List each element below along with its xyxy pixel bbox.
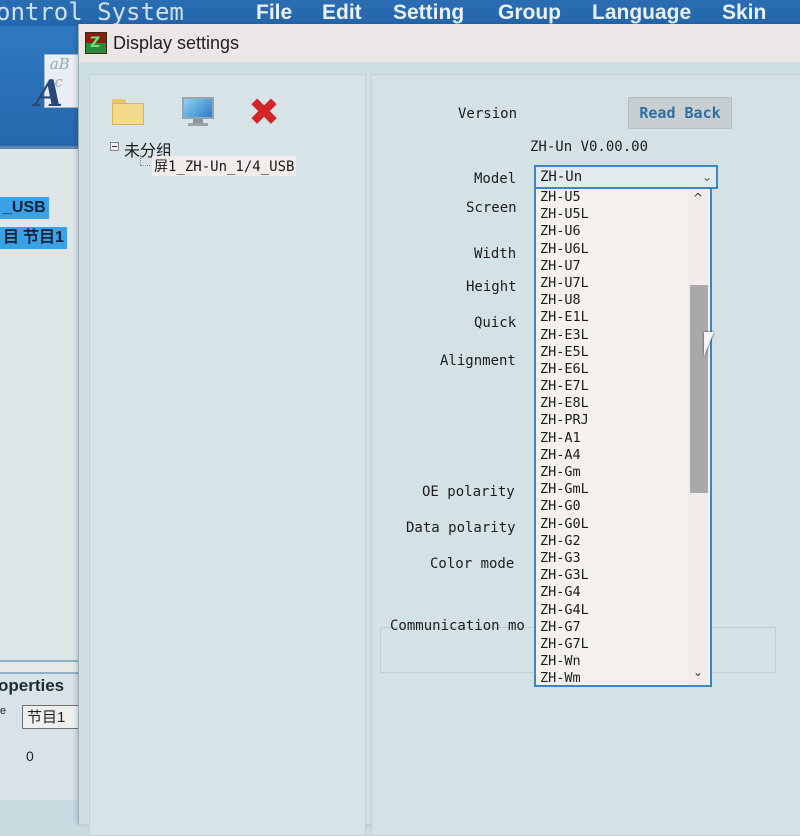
menu-skin[interactable]: Skin [722, 0, 766, 26]
data-polarity-label: Data polarity [406, 520, 516, 536]
model-option[interactable]: ZH-G3 [536, 550, 710, 567]
model-option[interactable]: ZH-G3L [536, 567, 710, 584]
height-label: Height [466, 279, 517, 295]
tree-item-program-icon[interactable]: 目 [0, 227, 22, 249]
name-label: e [0, 705, 7, 717]
model-option[interactable]: ZH-G4L [536, 602, 710, 619]
model-option[interactable]: ZH-U7 [536, 258, 710, 275]
model-option[interactable]: ZH-U7L [536, 275, 710, 292]
dialog-title: Display settings [113, 33, 240, 53]
chevron-down-icon[interactable]: ⌄ [702, 167, 712, 187]
model-select[interactable]: ZH-Un ⌄ [534, 165, 718, 189]
model-option[interactable]: ZH-E8L [536, 395, 710, 412]
quick-label: Quick [474, 315, 517, 331]
model-option[interactable]: ZH-E3L [536, 327, 710, 344]
screen-label: Screen [466, 200, 517, 216]
tree-item-program[interactable]: 节目1 [20, 227, 67, 249]
model-selected-value: ZH-Un [540, 169, 583, 185]
model-label: Model [474, 171, 517, 187]
dialog-titlebar[interactable]: Display settings [79, 24, 800, 62]
read-back-button[interactable]: Read Back [628, 97, 732, 129]
delete-icon[interactable]: ✖ [246, 93, 282, 131]
model-option[interactable]: ZH-G0 [536, 498, 710, 515]
model-option[interactable]: ZH-A4 [536, 447, 710, 464]
menu-setting[interactable]: Setting [393, 0, 464, 26]
mouse-cursor-icon [704, 332, 714, 356]
model-option[interactable]: ZH-GmL [536, 481, 710, 498]
model-option[interactable]: ZH-U6L [536, 241, 710, 258]
menu-file[interactable]: File [256, 0, 292, 26]
app-logo-icon [85, 32, 107, 54]
model-option[interactable]: ZH-G7 [536, 619, 710, 636]
model-option[interactable]: ZH-PRJ [536, 412, 710, 429]
oe-polarity-label: OE polarity [422, 484, 515, 500]
tree-item-screen1[interactable]: 屏1_ZH-Un_1/4_USB [152, 156, 297, 176]
model-option[interactable]: ZH-Gm [536, 464, 710, 481]
menu-group[interactable]: Group [498, 0, 561, 26]
folder-icon[interactable] [110, 97, 146, 127]
model-option[interactable]: ZH-U6 [536, 223, 710, 240]
color-mode-label: Color mode [430, 556, 515, 572]
model-options: ZH-U5 ZH-U5L ZH-U6 ZH-U6L ZH-U7 ZH-U7L ZH-U8 ZH… [536, 189, 710, 685]
model-option[interactable]: ZH-U5 [536, 189, 710, 206]
display-settings-dialog: Display settings ✖ 未分组 屏1_ZH-Un_1/4_USB … [78, 24, 800, 836]
model-option[interactable]: ZH-Wn [536, 653, 710, 670]
tree-connector [140, 165, 150, 166]
communication-mode-label: Communication mo [390, 618, 525, 634]
version-label: Version [458, 106, 518, 122]
properties-title: operties [0, 676, 65, 695]
tree-item-screen[interactable]: _USB [0, 197, 49, 219]
property-value: 0 [26, 748, 34, 764]
model-option[interactable]: ZH-G2 [536, 533, 710, 550]
scroll-down-icon[interactable]: ⌄ [688, 665, 708, 681]
model-option[interactable]: ZH-E7L [536, 378, 710, 395]
scroll-up-icon[interactable]: ^ [688, 191, 708, 207]
model-option[interactable]: ZH-G7L [536, 636, 710, 653]
model-option[interactable]: ZH-Wm [536, 670, 710, 685]
app-program-tree: _USB 目 节目1 [0, 149, 82, 669]
model-option[interactable]: ZH-E6L [536, 361, 710, 378]
version-value: ZH-Un V0.00.00 [530, 139, 649, 155]
collapse-icon[interactable] [110, 142, 119, 151]
model-dropdown-list[interactable]: ZH-U5 ZH-U5L ZH-U6 ZH-U6L ZH-U7 ZH-U7L ZH-U8 ZH… [534, 189, 712, 687]
model-option[interactable]: ZH-G4 [536, 584, 710, 601]
model-option[interactable]: ZH-E1L [536, 309, 710, 326]
model-option[interactable]: ZH-U5L [536, 206, 710, 223]
menu-edit[interactable]: Edit [322, 0, 362, 26]
tree-connector [140, 155, 141, 165]
alignment-label: Alignment [440, 353, 516, 369]
dropdown-scrollbar[interactable]: ^ ⌄ [688, 189, 708, 685]
app-title: ontrol System [0, 0, 184, 26]
monitor-icon[interactable] [180, 97, 216, 127]
screen-tree-pane: ✖ 未分组 屏1_ZH-Un_1/4_USB [89, 74, 366, 836]
model-option[interactable]: ZH-G0L [536, 516, 710, 533]
scrollbar-thumb[interactable] [690, 285, 708, 493]
app-toolbar: aB cA [0, 26, 86, 149]
settings-pane: Version Read Back ZH-Un V0.00.00 Model Z… [371, 74, 800, 836]
model-option[interactable]: ZH-E5L [536, 344, 710, 361]
app-menubar: ontrol System File Edit Setting Group La… [0, 0, 800, 26]
model-option[interactable]: ZH-U8 [536, 292, 710, 309]
model-option[interactable]: ZH-A1 [536, 430, 710, 447]
menu-language[interactable]: Language [592, 0, 691, 26]
width-label: Width [474, 246, 517, 262]
